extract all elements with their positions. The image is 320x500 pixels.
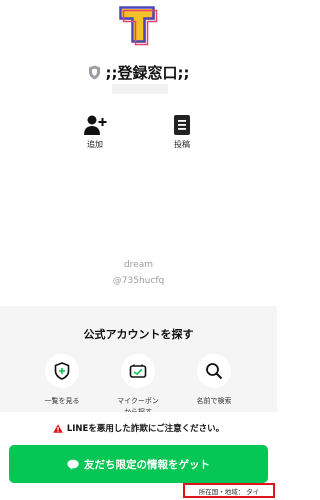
region-label: 所在国・地域： タイ: [183, 483, 275, 498]
add-friend-icon: [84, 115, 107, 135]
shield-plus-icon: [54, 362, 70, 380]
add-friend-label: 追加: [87, 140, 103, 149]
account-id: @735hucfq: [112, 276, 165, 286]
fraud-warning-text: LINEを悪用した詐欺にご注意ください。: [66, 424, 225, 434]
coupon-search-circle: [121, 354, 155, 388]
find-section-title: 公式アカウントを探す: [83, 328, 194, 341]
name-search-label: 名前で検索: [196, 397, 232, 405]
cta-label: 友だち限定の情報をゲット: [84, 458, 210, 471]
posts-button[interactable]: 投稿: [152, 113, 212, 150]
account-name: ;;登録窓口;;: [105, 64, 190, 82]
warning-icon: [53, 423, 63, 433]
account-logo: [119, 6, 158, 46]
account-name-row: ;;登録窓口;;: [0, 62, 277, 83]
add-friend-button[interactable]: 追加: [65, 113, 125, 150]
browse-list-button[interactable]: 一覧を見る: [27, 354, 97, 407]
browse-list-label: 一覧を見る: [44, 397, 80, 405]
coupon-search-button[interactable]: マイクーポン から探す: [103, 354, 173, 418]
get-friends-only-info-button[interactable]: 友だち限定の情報をゲット: [9, 445, 268, 483]
posts-icon: [174, 115, 190, 135]
region-text: 所在国・地域： タイ: [198, 487, 260, 496]
browse-list-circle: [45, 354, 79, 388]
posts-label: 投稿: [174, 140, 190, 149]
search-icon: [206, 363, 223, 380]
chat-bubble-icon: [67, 459, 79, 470]
name-search-circle: [197, 354, 231, 388]
coupon-icon: [129, 364, 147, 378]
account-description: dream: [123, 260, 154, 270]
shield-badge-icon: [88, 65, 100, 80]
fraud-warning[interactable]: LINEを悪用した詐欺にご注意ください。: [0, 422, 277, 434]
name-search-button[interactable]: 名前で検索: [179, 354, 249, 407]
redacted-status-message: [112, 84, 168, 94]
